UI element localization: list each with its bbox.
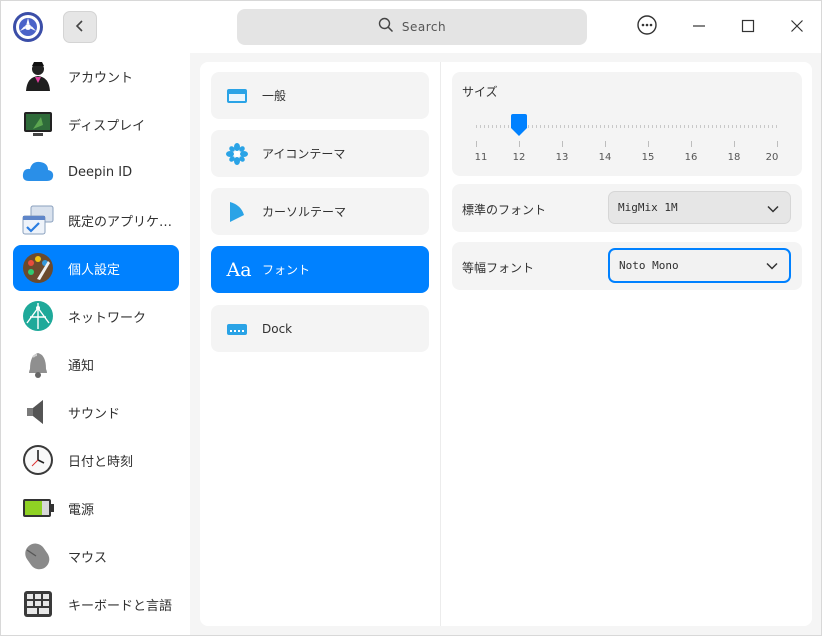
font-icon-text: Aa	[226, 258, 252, 281]
sidebar-item-account[interactable]: アカウント	[13, 53, 179, 99]
tick-label: 13	[555, 152, 569, 163]
sidebar-item-label: 通知	[68, 358, 95, 374]
submenu-item-font[interactable]: Aa フォント	[211, 246, 429, 293]
clock-icon	[21, 443, 55, 477]
cloud-icon	[21, 155, 55, 189]
maximize-icon	[741, 18, 755, 37]
tick-mark	[562, 141, 563, 147]
dock-icon	[224, 318, 250, 340]
submenu-item-label: フォント	[262, 263, 311, 277]
search-placeholder: Search	[401, 20, 447, 34]
sidebar-item-keyboard[interactable]: キーボードと言語	[13, 581, 179, 627]
mouse-icon	[21, 539, 55, 573]
sidebar-item-label: キーボードと言語	[68, 598, 173, 614]
sidebar-item-default-apps[interactable]: 既定のアプリケ…	[13, 197, 179, 243]
tick-mark	[519, 141, 520, 147]
sidebar-item-label: 既定のアプリケ…	[68, 214, 173, 230]
sidebar-item-label: マウス	[68, 550, 108, 566]
font-size-label: サイズ	[462, 85, 498, 99]
back-button[interactable]	[63, 11, 97, 43]
titlebar: Search	[1, 1, 821, 53]
tick-mark	[605, 141, 606, 147]
standard-font-label: 標準のフォント	[462, 203, 547, 217]
sidebar-item-label: ディスプレイ	[68, 118, 146, 134]
standard-font-select[interactable]: MigMix 1M	[608, 191, 791, 224]
submenu-item-label: カーソルテーマ	[262, 205, 347, 219]
menu-button[interactable]	[635, 15, 659, 39]
submenu-item-icon-theme[interactable]: アイコンテーマ	[211, 130, 429, 177]
window-icon	[224, 85, 250, 107]
tick-label: 14	[598, 152, 612, 163]
tick-mark	[734, 141, 735, 147]
mono-font-label: 等幅フォント	[462, 261, 535, 275]
sidebar-item-display[interactable]: ディスプレイ	[13, 101, 179, 147]
submenu-item-label: 一般	[262, 89, 287, 103]
sidebar-item-deepin-id[interactable]: Deepin ID	[13, 149, 179, 195]
slider-handle[interactable]	[509, 113, 529, 137]
submenu-item-label: アイコンテーマ	[262, 147, 346, 161]
sidebar-item-personalization[interactable]: 個人設定	[13, 245, 179, 291]
sidebar-item-label: サウンド	[68, 406, 121, 422]
column-divider	[440, 62, 441, 626]
bell-icon	[21, 347, 55, 381]
tick-label: 18	[727, 152, 741, 163]
tick-mark	[777, 141, 778, 147]
mono-font-row: 等幅フォント Noto Mono	[452, 242, 802, 290]
maximize-button[interactable]	[736, 15, 760, 39]
standard-font-value: MigMix 1M	[618, 201, 678, 214]
personalization-icon	[21, 251, 55, 285]
search-input[interactable]: Search	[237, 9, 587, 45]
sidebar-item-label: 個人設定	[68, 262, 121, 278]
sidebar-item-power[interactable]: 電源	[13, 485, 179, 531]
tick-label: 16	[684, 152, 698, 163]
submenu-item-cursor-theme[interactable]: カーソルテーマ	[211, 188, 429, 235]
display-icon	[21, 107, 55, 141]
tick-mark	[691, 141, 692, 147]
submenu-item-dock[interactable]: Dock	[211, 305, 429, 352]
sidebar-item-label: 日付と時刻	[68, 454, 134, 470]
sidebar-item-label: Deepin ID	[68, 164, 133, 180]
more-options-icon	[636, 14, 658, 40]
sidebar-item-sound[interactable]: サウンド	[13, 389, 179, 435]
app-logo-icon	[12, 11, 44, 43]
font-size-panel: サイズ 11 12 13 14 15 16 18 20	[452, 72, 802, 176]
cursor-icon	[224, 201, 250, 223]
minimize-icon	[692, 18, 706, 37]
sidebar-item-datetime[interactable]: 日付と時刻	[13, 437, 179, 483]
close-button[interactable]	[785, 15, 809, 39]
sidebar-item-label: 電源	[68, 502, 95, 518]
tick-label: 15	[641, 152, 655, 163]
chevron-down-icon	[765, 258, 779, 277]
settings-window: Search アカウント ディスプレイ Deepin ID 既定のアプリケ… 個…	[0, 0, 822, 636]
default-apps-icon	[21, 203, 55, 237]
speaker-icon	[21, 395, 55, 429]
icon-theme-icon	[224, 142, 250, 165]
mono-font-select[interactable]: Noto Mono	[608, 248, 791, 283]
account-icon	[21, 59, 55, 93]
sidebar-item-label: ネットワーク	[68, 310, 147, 326]
keyboard-icon	[21, 587, 55, 621]
minimize-button[interactable]	[687, 15, 711, 39]
chevron-left-icon	[74, 18, 86, 37]
network-icon	[21, 299, 55, 333]
tick-label: 11	[474, 152, 488, 163]
tick-label: 20	[765, 152, 779, 163]
tick-mark	[476, 141, 477, 147]
sidebar-item-notifications[interactable]: 通知	[13, 341, 179, 387]
submenu-item-label: Dock	[262, 321, 293, 336]
font-icon: Aa	[224, 259, 254, 281]
battery-icon	[21, 491, 55, 525]
submenu-item-general[interactable]: 一般	[211, 72, 429, 119]
chevron-down-icon	[766, 201, 780, 220]
sidebar: アカウント ディスプレイ Deepin ID 既定のアプリケ… 個人設定 ネット…	[1, 53, 190, 635]
sidebar-item-label: アカウント	[68, 70, 134, 86]
mono-font-value: Noto Mono	[619, 259, 679, 272]
sidebar-item-mouse[interactable]: マウス	[13, 533, 179, 579]
close-icon	[790, 18, 804, 37]
standard-font-row: 標準のフォント MigMix 1M	[452, 184, 802, 232]
tick-label: 12	[512, 152, 526, 163]
tick-mark	[648, 141, 649, 147]
search-icon	[378, 17, 394, 37]
sidebar-item-network[interactable]: ネットワーク	[13, 293, 179, 339]
